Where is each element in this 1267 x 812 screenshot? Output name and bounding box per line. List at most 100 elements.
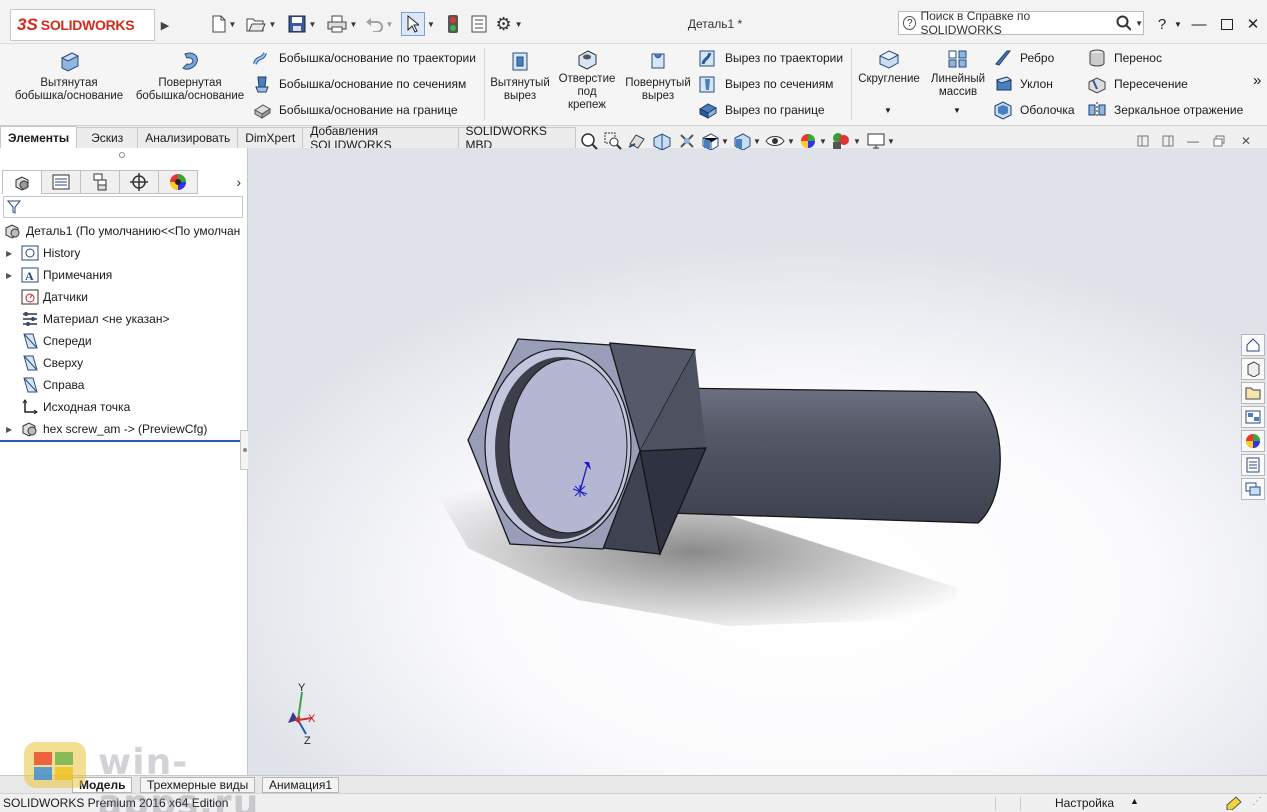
graphics-area[interactable]: Y X Z — [248, 148, 1267, 775]
swept-boss-button[interactable]: Бобышка/основание по траектории — [252, 47, 476, 69]
tree-filter-bar[interactable] — [3, 196, 243, 218]
viewport-tile-left-icon[interactable] — [1134, 133, 1152, 149]
viewport-close-button[interactable]: ✕ — [1237, 133, 1255, 149]
tab-dimxpert[interactable]: DimXpert — [237, 127, 304, 148]
menu-expand-arrow-icon[interactable]: ▶ — [157, 9, 173, 41]
minimize-button[interactable]: — — [1188, 13, 1210, 35]
boundary-cut-button[interactable]: Вырез по границе — [698, 99, 825, 121]
quick-tips-icon[interactable] — [1226, 796, 1242, 812]
view-settings-icon[interactable]: ▼ — [863, 133, 899, 149]
revolved-boss-button[interactable]: Повернутая бобышка/основание — [132, 48, 248, 103]
file-explorer-icon[interactable] — [1241, 382, 1265, 404]
tab-solidworks-mbd[interactable]: SOLIDWORKS MBD — [457, 124, 576, 152]
tree-item-annotations[interactable]: ▶ A Примечания — [6, 265, 112, 285]
undo-button[interactable]: ▼ — [362, 12, 396, 36]
select-dropdown-arrow-icon[interactable]: ▼ — [426, 12, 436, 36]
panel-splitter-handle[interactable] — [119, 152, 125, 158]
search-dropdown-arrow-icon[interactable]: ▼ — [1135, 19, 1143, 28]
boundary-boss-button[interactable]: Бобышка/основание на границе — [252, 99, 458, 121]
tab-3d-views[interactable]: Трехмерные виды — [140, 777, 256, 793]
viewport-restore-button[interactable] — [1210, 133, 1228, 149]
zoom-to-fit-icon[interactable] — [577, 132, 601, 150]
help-dropdown-arrow-icon[interactable]: ▼ — [1171, 13, 1185, 35]
draft-button[interactable]: Уклон — [993, 73, 1053, 95]
tab-evaluate[interactable]: Анализировать — [137, 127, 239, 148]
hole-wizard-button[interactable]: Отверстие под крепеж — [556, 48, 618, 112]
bolt-head-face[interactable] — [508, 358, 628, 534]
mirror-button[interactable]: Зеркальное отражение — [1087, 99, 1243, 121]
tab-model[interactable]: Модель — [72, 777, 133, 793]
maximize-button[interactable] — [1216, 13, 1238, 35]
resize-grip-icon[interactable]: ⋰ — [1252, 796, 1262, 807]
appearances-icon[interactable] — [1241, 430, 1265, 452]
help-search-input[interactable]: Поиск в Справке по SOLIDWORKS — [920, 9, 1105, 37]
rib-button[interactable]: Ребро — [993, 47, 1054, 69]
display-manager-tab-icon[interactable] — [158, 170, 198, 194]
feature-manager-tab-icon[interactable] — [2, 170, 42, 194]
home-icon[interactable] — [1241, 334, 1265, 356]
expand-arrow-icon[interactable]: ▶ — [6, 425, 20, 434]
revolved-cut-button[interactable]: Повернутый вырез — [622, 48, 694, 103]
shell-button[interactable]: Оболочка — [993, 99, 1075, 121]
open-button[interactable]: ▼ — [244, 12, 278, 36]
tree-root-part[interactable]: Деталь1 (По умолчанию<<По умолчан — [4, 221, 246, 241]
swept-cut-button[interactable]: Вырез по траектории — [698, 47, 843, 69]
display-style-icon[interactable]: ▼ — [731, 132, 763, 150]
tab-animation1[interactable]: Анимация1 — [262, 777, 340, 793]
tree-item-top-plane[interactable]: Сверху — [6, 353, 83, 373]
custom-properties-icon[interactable] — [1241, 454, 1265, 476]
tree-item-origin[interactable]: Исходная точка — [6, 397, 130, 417]
wrap-button[interactable]: Перенос — [1087, 47, 1162, 69]
property-manager-tab-icon[interactable] — [41, 170, 81, 194]
filter-icon[interactable] — [7, 200, 21, 214]
lofted-boss-button[interactable]: Бобышка/основание по сечениям — [252, 73, 466, 95]
dynamic-annotation-icon[interactable] — [675, 132, 699, 150]
fillet-button[interactable]: Скругление — [855, 48, 923, 86]
units-up-arrow-icon[interactable]: ▲ — [1130, 796, 1139, 806]
new-document-button[interactable]: ▼ — [208, 12, 240, 36]
panel-collapse-handle[interactable] — [240, 430, 248, 470]
fillet-dropdown-arrow-icon[interactable]: ▼ — [884, 106, 892, 115]
rollback-bar[interactable] — [0, 440, 248, 442]
edit-appearance-icon[interactable]: ▼ — [797, 132, 829, 150]
panel-tabs-more-arrow-icon[interactable]: › — [197, 170, 241, 194]
bolt-model[interactable] — [248, 148, 1267, 775]
configuration-manager-tab-icon[interactable] — [80, 170, 120, 194]
previous-view-icon[interactable] — [625, 132, 649, 150]
extruded-cut-button[interactable]: Вытянутый вырез — [488, 48, 552, 103]
tree-item-material[interactable]: Материал <не указан> — [6, 309, 169, 329]
tab-solidworks-addins[interactable]: Добавления SOLIDWORKS — [302, 124, 459, 152]
extruded-boss-button[interactable]: Вытянутая бобышка/основание — [10, 48, 128, 103]
forum-icon[interactable] — [1241, 478, 1265, 500]
view-palette-icon[interactable] — [1241, 406, 1265, 428]
section-view-icon[interactable] — [649, 132, 675, 150]
tree-item-sensors[interactable]: Датчики — [6, 287, 88, 307]
lofted-cut-button[interactable]: Вырез по сечениям — [698, 73, 833, 95]
design-library-icon[interactable] — [1241, 358, 1265, 380]
select-button[interactable] — [401, 12, 425, 36]
tree-item-front-plane[interactable]: Спереди — [6, 331, 92, 351]
intersect-button[interactable]: Пересечение — [1087, 73, 1188, 95]
close-button[interactable]: ✕ — [1242, 13, 1264, 35]
units-setting[interactable]: Настройка — [1055, 796, 1114, 810]
zoom-to-area-icon[interactable] — [601, 132, 625, 150]
solidworks-logo[interactable]: 3S SOLIDWORKS — [10, 9, 155, 41]
viewport-tile-right-icon[interactable] — [1159, 133, 1177, 149]
file-properties-button[interactable] — [468, 12, 490, 36]
tree-item-hex-screw[interactable]: ▶ hex screw_am -> (PreviewCfg) — [6, 419, 207, 439]
tab-features[interactable]: Элементы — [0, 126, 78, 148]
tree-item-history[interactable]: ▶ History — [6, 243, 80, 263]
bolt-shaft[interactable] — [667, 387, 1001, 524]
help-question-button[interactable]: ? — [1151, 13, 1173, 35]
expand-arrow-icon[interactable]: ▶ — [6, 249, 20, 258]
rebuild-button[interactable] — [443, 12, 463, 36]
options-button[interactable]: ⚙ ▼ — [494, 12, 524, 36]
linear-pattern-dropdown-arrow-icon[interactable]: ▼ — [953, 106, 961, 115]
apply-scene-icon[interactable]: ▼ — [829, 132, 863, 150]
linear-pattern-button[interactable]: Линейный массив — [927, 48, 989, 99]
help-search-box[interactable]: ? Поиск в Справке по SOLIDWORKS ▼ — [898, 9, 1144, 37]
viewport-minimize-button[interactable]: — — [1184, 133, 1202, 149]
ribbon-more[interactable]: » — [1253, 72, 1261, 89]
print-button[interactable]: ▼ — [325, 12, 359, 36]
tree-item-right-plane[interactable]: Справа — [6, 375, 84, 395]
